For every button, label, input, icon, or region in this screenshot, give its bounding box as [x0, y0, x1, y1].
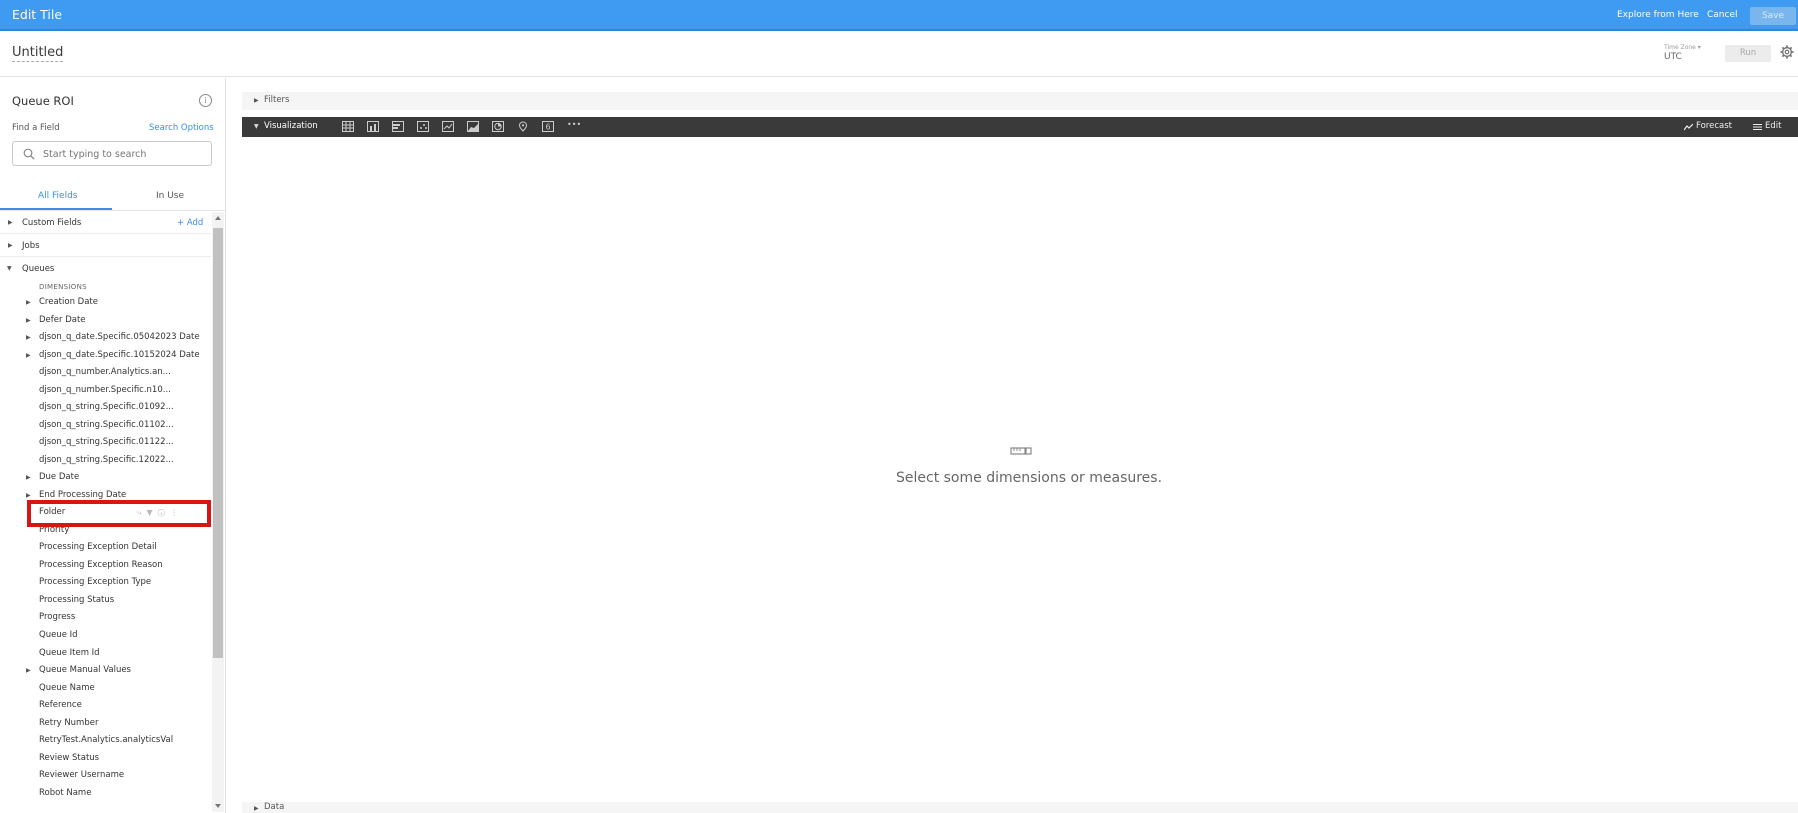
- tile-name-input[interactable]: Untitled: [12, 45, 64, 62]
- find-field-label: Find a Field: [12, 123, 60, 133]
- data-section[interactable]: ▶ Data: [242, 802, 1798, 813]
- column-chart-icon[interactable]: [367, 121, 379, 132]
- empty-state-message: Select some dimensions or measures.: [896, 470, 1163, 486]
- pie-chart-icon[interactable]: [492, 121, 504, 132]
- group-label: Custom Fields: [22, 218, 82, 228]
- caret-right-icon: ▶: [8, 219, 13, 226]
- field-item[interactable]: Reviewer Username: [39, 767, 124, 784]
- field-picker-panel: Queue ROI i Find a Field Search Options …: [0, 78, 226, 813]
- field-item[interactable]: Processing Exception Type: [39, 574, 151, 591]
- explore-from-here-link[interactable]: Explore from Here: [1617, 10, 1699, 20]
- field-item[interactable]: Progress: [39, 609, 75, 626]
- add-custom-field-link[interactable]: + Add: [177, 212, 203, 234]
- group-label: Jobs: [22, 241, 40, 251]
- field-item[interactable]: djson_q_number.Analytics.an...: [39, 364, 171, 381]
- forecast-icon: [1684, 123, 1693, 131]
- visualization-label[interactable]: Visualization: [264, 121, 318, 131]
- map-pin-icon[interactable]: [517, 121, 529, 132]
- field-search-box[interactable]: [12, 141, 212, 166]
- field-item[interactable]: Queue Name: [39, 680, 95, 697]
- field-item[interactable]: Robot Name: [39, 785, 91, 802]
- data-label: Data: [264, 802, 285, 812]
- field-item[interactable]: Processing Status: [39, 592, 114, 609]
- field-item[interactable]: djson_q_string.Specific.01122...: [39, 434, 174, 451]
- group-jobs[interactable]: ▶ Jobs: [0, 235, 211, 257]
- group-queues[interactable]: ▼ Queues: [0, 258, 211, 280]
- field-search-input[interactable]: [43, 145, 203, 163]
- caret-right-icon: ▶: [254, 805, 259, 812]
- timezone-label[interactable]: Time Zone ▾: [1664, 44, 1701, 51]
- caret-down-icon: ▼: [7, 265, 12, 272]
- page-title: Edit Tile: [12, 7, 63, 22]
- svg-text:6: 6: [546, 123, 551, 132]
- scroll-thumb[interactable]: [213, 228, 223, 658]
- active-tab-indicator: [0, 208, 112, 210]
- caret-right-icon: ▶: [254, 97, 259, 104]
- filters-label: Filters: [264, 95, 290, 105]
- caret-down-icon[interactable]: ▼: [254, 123, 259, 130]
- more-icon[interactable]: •••: [567, 120, 581, 129]
- scroll-up-icon[interactable]: [215, 216, 221, 220]
- scatter-icon[interactable]: [417, 121, 429, 132]
- explore-title: Queue ROI: [12, 94, 74, 108]
- scroll-down-icon[interactable]: [215, 804, 221, 808]
- forecast-button[interactable]: Forecast: [1696, 121, 1732, 131]
- field-item[interactable]: Retry Number: [39, 715, 98, 732]
- field-item[interactable]: Processing Exception Detail: [39, 539, 157, 556]
- ruler-icon: [1010, 447, 1032, 455]
- cancel-button[interactable]: Cancel: [1707, 10, 1738, 20]
- bar-chart-icon[interactable]: [392, 121, 404, 132]
- visualization-bar: ▼ Visualization 6 ••• Forecast Edit: [242, 117, 1798, 137]
- tab-all-fields[interactable]: All Fields: [38, 191, 77, 201]
- field-item[interactable]: RetryTest.Analytics.analyticsVal: [39, 732, 173, 749]
- group-label: Queues: [22, 264, 55, 274]
- run-button[interactable]: Run: [1725, 45, 1771, 62]
- timezone-value[interactable]: UTC: [1664, 52, 1682, 62]
- field-item[interactable]: djson_q_string.Specific.01102...: [39, 417, 174, 434]
- field-item[interactable]: Processing Exception Reason: [39, 557, 163, 574]
- field-list-scrollbar[interactable]: [212, 212, 224, 812]
- single-value-icon[interactable]: 6: [542, 121, 554, 132]
- field-item[interactable]: djson_q_string.Specific.01092...: [39, 399, 174, 416]
- area-chart-icon[interactable]: [467, 121, 479, 132]
- save-button[interactable]: Save: [1750, 7, 1796, 25]
- selection-highlight: [27, 500, 211, 527]
- line-chart-icon[interactable]: [442, 121, 454, 132]
- top-bar: Edit Tile Explore from Here Cancel Save: [0, 0, 1798, 31]
- field-tabs: All Fields In Use: [0, 183, 225, 211]
- caret-right-icon: ▶: [8, 242, 13, 249]
- edit-settings-icon: [1753, 124, 1762, 130]
- field-item[interactable]: djson_q_number.Specific.n10...: [39, 382, 171, 399]
- info-icon[interactable]: i: [199, 94, 212, 107]
- field-item[interactable]: Queue Item Id: [39, 645, 100, 662]
- tab-in-use[interactable]: In Use: [156, 191, 184, 201]
- table-icon[interactable]: [342, 121, 354, 132]
- filters-section[interactable]: ▶ Filters: [242, 92, 1798, 110]
- edit-viz-button[interactable]: Edit: [1765, 121, 1781, 131]
- search-icon: [23, 148, 35, 160]
- search-options-link[interactable]: Search Options: [149, 123, 214, 133]
- field-action-icons[interactable]: ⤷▼ⓘ⋮: [137, 508, 183, 518]
- field-item[interactable]: djson_q_string.Specific.12022...: [39, 452, 174, 469]
- gear-icon[interactable]: [1780, 45, 1794, 59]
- field-item[interactable]: Queue Id: [39, 627, 78, 644]
- group-custom-fields[interactable]: ▶ Custom Fields + Add: [0, 212, 211, 234]
- tile-title-row: Untitled Time Zone ▾ UTC Run: [0, 31, 1798, 77]
- field-item[interactable]: Reference: [39, 697, 82, 714]
- field-item[interactable]: Review Status: [39, 750, 99, 767]
